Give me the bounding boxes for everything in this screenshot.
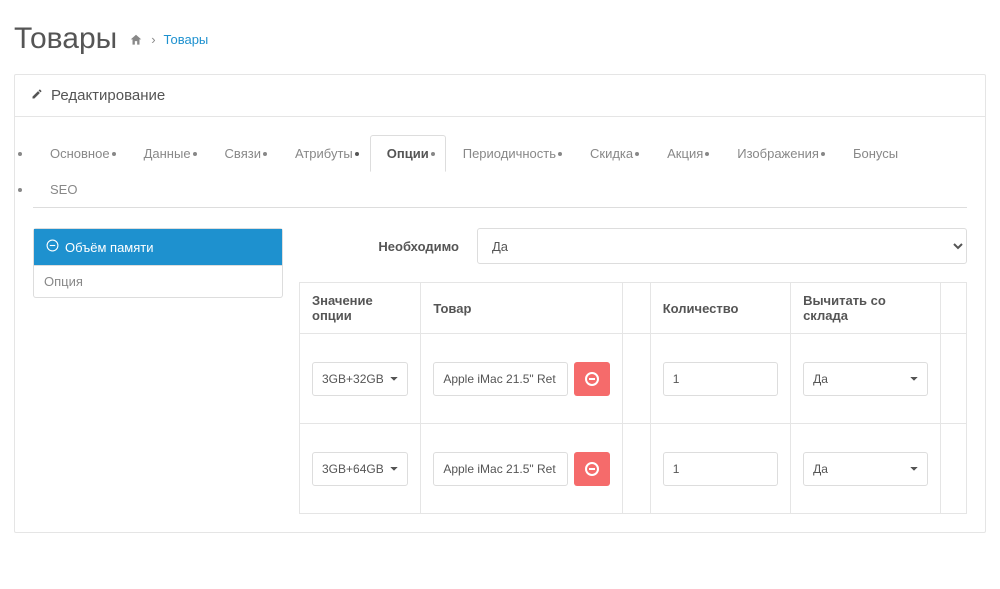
minus-circle-icon xyxy=(585,462,599,476)
tab-бонусы[interactable]: Бонусы xyxy=(836,135,915,172)
required-label: Необходимо xyxy=(299,239,459,254)
th-trail xyxy=(941,283,967,334)
panel-heading: Редактирование xyxy=(15,75,985,117)
option-values-table: Значение опции Товар Количество Вычитать… xyxy=(299,282,967,514)
table-row: 3GB+32GB Да xyxy=(300,334,967,424)
breadcrumb: › Товары xyxy=(129,31,208,47)
product-input[interactable] xyxy=(433,452,568,486)
product-tabs: ОсновноеДанныеСвязиАтрибутыОпцииПериодич… xyxy=(33,135,967,208)
tab-периодичность[interactable]: Периодичность xyxy=(446,135,573,172)
remove-product-button[interactable] xyxy=(574,452,610,486)
home-icon[interactable] xyxy=(129,31,143,47)
option-value-select[interactable]: 3GB+32GB xyxy=(312,362,408,396)
table-row: 3GB+64GB Да xyxy=(300,424,967,514)
th-subtract: Вычитать со склада xyxy=(791,283,941,334)
th-quantity: Количество xyxy=(650,283,790,334)
th-product: Товар xyxy=(421,283,623,334)
product-input[interactable] xyxy=(433,362,568,396)
tab-seo[interactable]: SEO xyxy=(33,171,94,208)
minus-circle-icon xyxy=(585,372,599,386)
th-option-value: Значение опции xyxy=(300,283,421,334)
option-sidebar: Объём памяти Опция xyxy=(33,228,283,298)
subtract-select[interactable]: Да xyxy=(803,362,928,396)
minus-circle-icon xyxy=(46,239,59,255)
th-spacer xyxy=(623,283,650,334)
remove-product-button[interactable] xyxy=(574,362,610,396)
option-add-input[interactable]: Опция xyxy=(44,274,83,289)
quantity-input[interactable] xyxy=(663,452,778,486)
panel-heading-text: Редактирование xyxy=(51,87,165,104)
pencil-icon xyxy=(31,87,43,104)
breadcrumb-link[interactable]: Товары xyxy=(164,32,209,47)
breadcrumb-separator: › xyxy=(151,32,155,47)
page-title: Товары xyxy=(14,22,117,56)
quantity-input[interactable] xyxy=(663,362,778,396)
edit-panel: Редактирование ОсновноеДанныеСвязиАтрибу… xyxy=(14,74,986,533)
option-item-memory[interactable]: Объём памяти xyxy=(34,229,282,265)
subtract-select[interactable]: Да xyxy=(803,452,928,486)
option-item-label: Объём памяти xyxy=(65,240,154,255)
required-select[interactable]: Да xyxy=(477,228,967,264)
tab-изображения[interactable]: Изображения xyxy=(720,135,836,172)
option-value-select[interactable]: 3GB+64GB xyxy=(312,452,408,486)
